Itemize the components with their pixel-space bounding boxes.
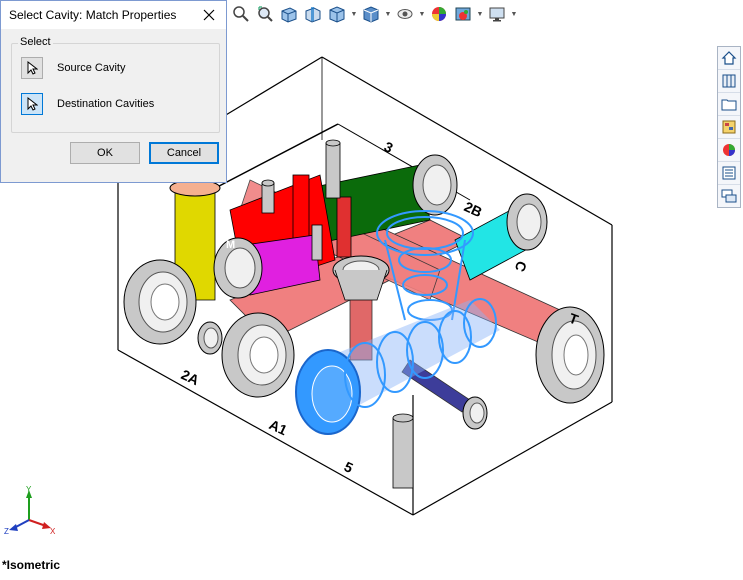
small-port-bottom <box>462 396 488 430</box>
port-a1-face <box>221 312 295 398</box>
port-label-m: M <box>226 239 235 251</box>
port-m-face <box>213 237 263 299</box>
destination-cavities-label: Destination Cavities <box>57 98 155 110</box>
destination-cavities-option[interactable]: Destination Cavities <box>21 93 154 115</box>
dialog-title-bar[interactable]: Select Cavity: Match Properties <box>1 1 226 29</box>
close-button[interactable] <box>200 6 218 24</box>
port-label-5: 5 <box>342 458 356 476</box>
hide-show-items-icon[interactable] <box>394 3 416 25</box>
source-cavity-button[interactable] <box>21 57 43 79</box>
task-pane-tabs <box>717 46 741 208</box>
view-orientation-icon[interactable] <box>326 3 348 25</box>
port-label-2b: 2B <box>462 198 485 220</box>
view-palette-icon[interactable] <box>718 116 740 139</box>
close-icon <box>203 9 215 21</box>
chevron-down-icon[interactable]: ▼ <box>418 3 426 25</box>
edit-appearance-icon[interactable] <box>428 3 450 25</box>
design-library-icon[interactable] <box>718 70 740 93</box>
ok-button[interactable]: OK <box>70 142 140 164</box>
source-cavity-label: Source Cavity <box>57 62 126 74</box>
reference-triad: Y X Z <box>2 484 62 544</box>
previous-view-icon[interactable] <box>278 3 300 25</box>
chevron-down-icon[interactable]: ▼ <box>476 3 484 25</box>
port-label-2a: 2A <box>179 366 202 388</box>
section-view-icon[interactable] <box>302 3 324 25</box>
select-group-label: Select <box>18 36 53 48</box>
file-explorer-icon[interactable] <box>718 93 740 116</box>
view-settings-icon[interactable] <box>486 3 508 25</box>
select-cavity-dialog: Select Cavity: Match Properties Select S… <box>0 0 227 183</box>
custom-properties-icon[interactable] <box>718 162 740 185</box>
zoom-to-fit-icon[interactable] <box>230 3 252 25</box>
source-cavity-option[interactable]: Source Cavity <box>21 57 125 79</box>
triad-y-label: Y <box>26 485 32 494</box>
display-style-icon[interactable] <box>360 3 382 25</box>
cancel-button[interactable]: Cancel <box>149 142 219 164</box>
view-orientation-label: *Isometric <box>2 558 61 572</box>
zoom-to-area-icon[interactable] <box>254 3 276 25</box>
port-2a-face <box>123 259 197 345</box>
cursor-arrow-icon <box>27 97 38 111</box>
port-label-c: C <box>512 259 530 274</box>
cursor-arrow-icon <box>27 61 38 75</box>
destination-cavities-button[interactable] <box>21 93 43 115</box>
appearances-icon[interactable] <box>718 139 740 162</box>
triad-z-label: Z <box>4 527 9 536</box>
chevron-down-icon[interactable]: ▼ <box>510 3 518 25</box>
heads-up-view-toolbar: ▼ ▼ ▼ ▼ ▼ <box>230 2 518 26</box>
chevron-down-icon[interactable]: ▼ <box>384 3 392 25</box>
small-port-left <box>197 321 223 355</box>
forum-icon[interactable] <box>718 185 740 207</box>
triad-x-label: X <box>50 527 56 536</box>
port-label-3: 3 <box>382 138 396 156</box>
dialog-title: Select Cavity: Match Properties <box>9 8 177 22</box>
home-icon[interactable] <box>718 47 740 70</box>
apply-scene-icon[interactable] <box>452 3 474 25</box>
chevron-down-icon[interactable]: ▼ <box>350 3 358 25</box>
